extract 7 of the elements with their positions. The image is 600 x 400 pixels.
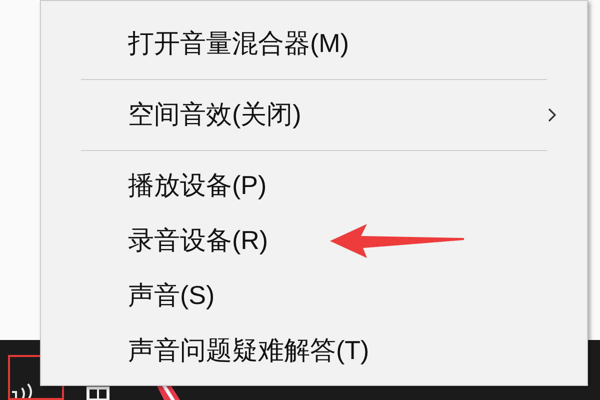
app-icon[interactable] xyxy=(86,386,110,400)
menu-item[interactable]: 播放设备(P) xyxy=(41,158,587,213)
menu-item[interactable]: 声音问题疑难解答(T) xyxy=(41,323,587,378)
menu-item[interactable]: 打开音量混合器(M) xyxy=(41,16,587,71)
menu-item[interactable]: 声音(S) xyxy=(41,268,587,323)
menu-item[interactable]: 录音设备(R) xyxy=(41,213,587,268)
menu-item[interactable]: 空间音效(关闭) xyxy=(41,87,587,142)
